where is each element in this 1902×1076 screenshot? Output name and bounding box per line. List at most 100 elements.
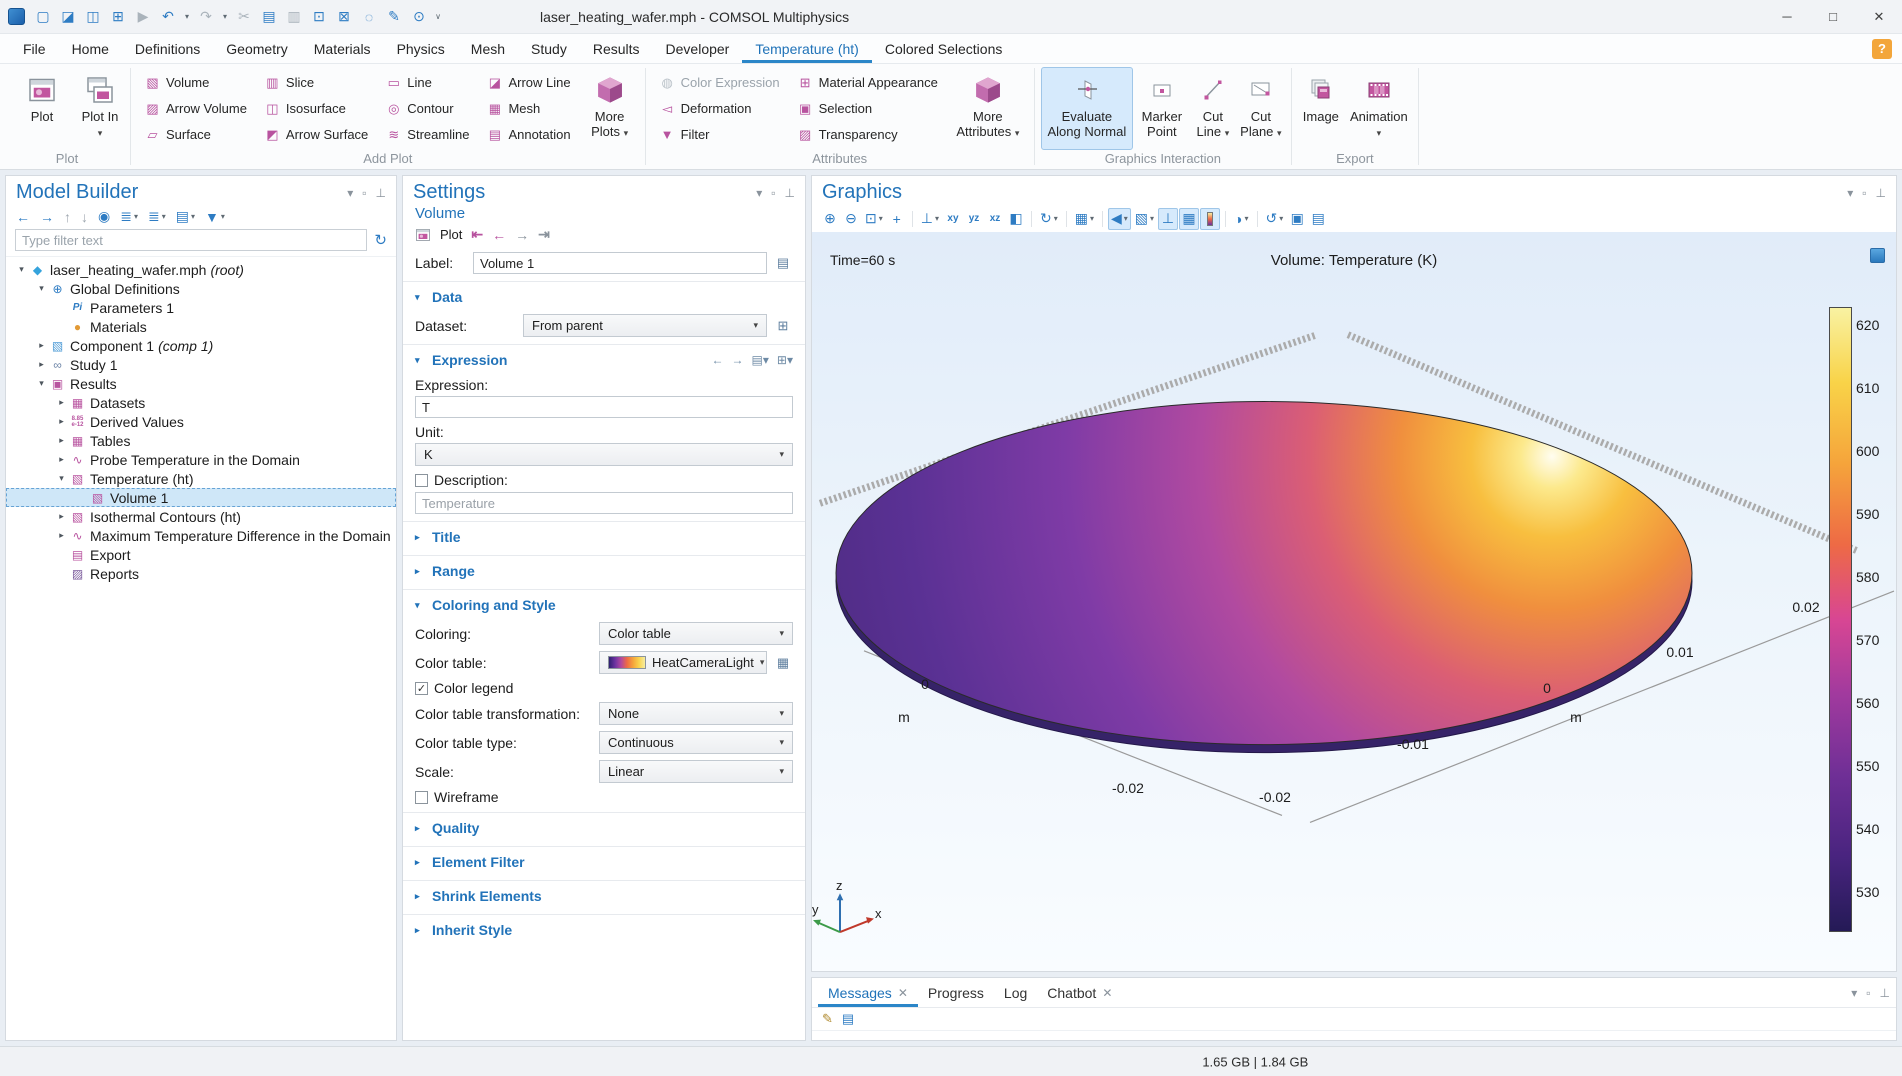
show-grid-icon[interactable]: ▦ bbox=[1179, 208, 1199, 230]
go-to-dataset-icon[interactable]: ⊞ bbox=[773, 316, 793, 336]
tree-expander-icon[interactable]: ▾ bbox=[34, 283, 49, 294]
last-step-icon[interactable]: ⇥ bbox=[538, 226, 550, 243]
menu-tab-study[interactable]: Study bbox=[518, 34, 580, 63]
messages-content[interactable] bbox=[812, 1030, 1896, 1040]
copy-message-icon[interactable]: ▤ bbox=[842, 1011, 854, 1027]
run-icon[interactable]: ▶ bbox=[131, 5, 155, 29]
find-icon[interactable]: ⊙ bbox=[407, 5, 431, 29]
plot-action-button[interactable]: Plot bbox=[440, 227, 462, 242]
menu-tab-physics[interactable]: Physics bbox=[384, 34, 458, 63]
volume-button[interactable]: ▧Volume bbox=[137, 70, 255, 96]
pin-panel-icon[interactable]: ⊥ bbox=[1880, 986, 1890, 1000]
arrow-surface-button[interactable]: ◩Arrow Surface bbox=[257, 122, 376, 148]
tree-item-export[interactable]: ▤Export bbox=[6, 545, 396, 564]
zoom-out-icon[interactable]: ⊖ bbox=[841, 208, 861, 230]
tree-item-derived-values[interactable]: ▸8.85e-12Derived Values bbox=[6, 412, 396, 431]
plot-view-icon[interactable] bbox=[1870, 248, 1885, 263]
maximize-button[interactable]: □ bbox=[1810, 0, 1856, 33]
section-title[interactable]: ▸ Title bbox=[403, 521, 805, 551]
label-field-input[interactable] bbox=[473, 252, 767, 274]
tree-item-maximum-temperature-difference-in-the-domain[interactable]: ▸∿Maximum Temperature Difference in the … bbox=[6, 526, 396, 545]
paste-icon[interactable]: ▥ bbox=[282, 5, 306, 29]
zoom-box-icon[interactable]: ⊡▾ bbox=[862, 208, 886, 230]
scale-select[interactable]: Linear ▾ bbox=[599, 760, 793, 783]
deformation-button[interactable]: ◅Deformation bbox=[652, 96, 788, 122]
zoom-in-icon[interactable]: ⊕ bbox=[820, 208, 840, 230]
color-theme-icon[interactable]: ◑▾ bbox=[1231, 208, 1251, 230]
tree-expander-icon[interactable]: ▸ bbox=[54, 416, 69, 427]
close-button[interactable]: ✕ bbox=[1856, 0, 1902, 33]
menu-tab-definitions[interactable]: Definitions bbox=[122, 34, 213, 63]
tree-filter-input[interactable] bbox=[15, 229, 367, 251]
reset-update-icon[interactable]: ↺▾ bbox=[1263, 208, 1287, 230]
color-expression-button[interactable]: ◍Color Expression bbox=[652, 70, 788, 96]
tree-item-isothermal-contours-ht[interactable]: ▸▧Isothermal Contours (ht) bbox=[6, 507, 396, 526]
arrow-line-button[interactable]: ◪Arrow Line bbox=[479, 70, 578, 96]
tree-item-tables[interactable]: ▸▦Tables bbox=[6, 431, 396, 450]
tree-expander-icon[interactable]: ▸ bbox=[54, 397, 69, 408]
prev-expression-icon[interactable]: ← bbox=[712, 353, 724, 367]
tree-item-laser-heating-wafer-mph[interactable]: ▾◆laser_heating_wafer.mph(root) bbox=[6, 260, 396, 279]
annotation-button[interactable]: ▤Annotation bbox=[479, 122, 578, 148]
show-axes-icon[interactable]: ⊥ bbox=[1158, 208, 1178, 230]
filter-button[interactable]: ▼Filter bbox=[652, 122, 788, 148]
description-checkbox[interactable] bbox=[415, 474, 428, 487]
more-commands-icon[interactable]: ∨ bbox=[432, 5, 444, 29]
section-range[interactable]: ▸ Range bbox=[403, 555, 805, 585]
duplicate-icon[interactable]: ⊡ bbox=[307, 5, 331, 29]
menu-tab-home[interactable]: Home bbox=[59, 34, 122, 63]
section-inherit-style[interactable]: ▸ Inherit Style bbox=[403, 914, 805, 944]
tree-item-probe-temperature-in-the-domain[interactable]: ▸∿Probe Temperature in the Domain bbox=[6, 450, 396, 469]
material-appearance-button[interactable]: ⊞Material Appearance bbox=[790, 70, 946, 96]
print-icon[interactable]: ▤ bbox=[1308, 208, 1328, 230]
plot-in-button[interactable]: Plot In ▾ bbox=[76, 67, 124, 150]
expression-input[interactable] bbox=[415, 396, 793, 418]
previous-step-icon[interactable]: ← bbox=[492, 227, 506, 243]
show-color-legend-icon[interactable] bbox=[1200, 208, 1220, 230]
evaluate-along-normal-button[interactable]: Evaluate Along Normal bbox=[1041, 67, 1133, 150]
more-plots-button[interactable]: More Plots ▾ bbox=[581, 67, 639, 150]
unit-select[interactable]: K ▾ bbox=[415, 443, 793, 466]
section-coloring-and-style[interactable]: ▾ Coloring and Style bbox=[403, 589, 805, 619]
menu-tab-materials[interactable]: Materials bbox=[301, 34, 384, 63]
transparency-button[interactable]: ▨Transparency bbox=[790, 122, 946, 148]
tree-item-reports[interactable]: ▨Reports bbox=[6, 564, 396, 583]
filter-tree-icon[interactable]: ▼▾ bbox=[205, 209, 225, 225]
image-button[interactable]: Image bbox=[1298, 67, 1344, 150]
refresh-icon[interactable]: ↻ bbox=[374, 231, 387, 249]
redo-icon[interactable]: ↷ bbox=[194, 5, 218, 29]
float-panel-icon[interactable]: ▫ bbox=[362, 186, 366, 200]
tab-chatbot[interactable]: Chatbot ✕ bbox=[1037, 978, 1122, 1007]
pin-panel-icon[interactable]: ⊥ bbox=[785, 186, 795, 200]
close-tab-icon[interactable]: ✕ bbox=[1102, 986, 1112, 1000]
tree-expander-icon[interactable]: ▾ bbox=[34, 378, 49, 389]
camera-icon[interactable]: ◧ bbox=[1006, 208, 1026, 230]
tree-expander-icon[interactable]: ▸ bbox=[54, 530, 69, 541]
tree-expander-icon[interactable]: ▸ bbox=[54, 435, 69, 446]
forward-icon[interactable]: → bbox=[40, 209, 54, 225]
tab-messages[interactable]: Messages ✕ bbox=[818, 978, 918, 1007]
isosurface-button[interactable]: ◫Isosurface bbox=[257, 96, 376, 122]
plot-area[interactable]: z x y Time=60 s Volume: Temperature (K) … bbox=[812, 232, 1896, 971]
cut-icon[interactable]: ✂ bbox=[232, 5, 256, 29]
mesh-button[interactable]: ▦Mesh bbox=[479, 96, 578, 122]
snapshot-icon[interactable]: ▣ bbox=[1287, 208, 1307, 230]
back-icon[interactable]: ← bbox=[16, 209, 30, 225]
color-table-transformation-select[interactable]: None ▾ bbox=[599, 702, 793, 725]
model-tree-nodes-icon[interactable]: ▤▾ bbox=[176, 208, 195, 225]
tree-expander-icon[interactable]: ▸ bbox=[34, 359, 49, 370]
color-table-select[interactable]: HeatCameraLight ▾ bbox=[599, 651, 767, 674]
edit-color-table-icon[interactable]: ▦ bbox=[773, 653, 793, 673]
tree-expander-icon[interactable]: ▾ bbox=[14, 264, 29, 275]
tree-item-global-definitions[interactable]: ▾⊕Global Definitions bbox=[6, 279, 396, 298]
tree-item-datasets[interactable]: ▸▦Datasets bbox=[6, 393, 396, 412]
animation-button[interactable]: Animation ▾ bbox=[1346, 67, 1412, 150]
panel-menu-icon[interactable]: ▾ bbox=[347, 186, 353, 200]
float-panel-icon[interactable]: ▫ bbox=[1862, 186, 1866, 200]
color-legend-checkbox[interactable]: ✓ bbox=[415, 682, 428, 695]
default-view-icon[interactable]: ⊥▾ bbox=[918, 208, 942, 230]
replace-expression-icon[interactable]: ▤▾ bbox=[752, 353, 769, 367]
rotate-view-icon[interactable]: ↻▾ bbox=[1037, 208, 1061, 230]
copy-icon[interactable]: ▤ bbox=[257, 5, 281, 29]
float-panel-icon[interactable]: ▫ bbox=[1866, 986, 1870, 1000]
